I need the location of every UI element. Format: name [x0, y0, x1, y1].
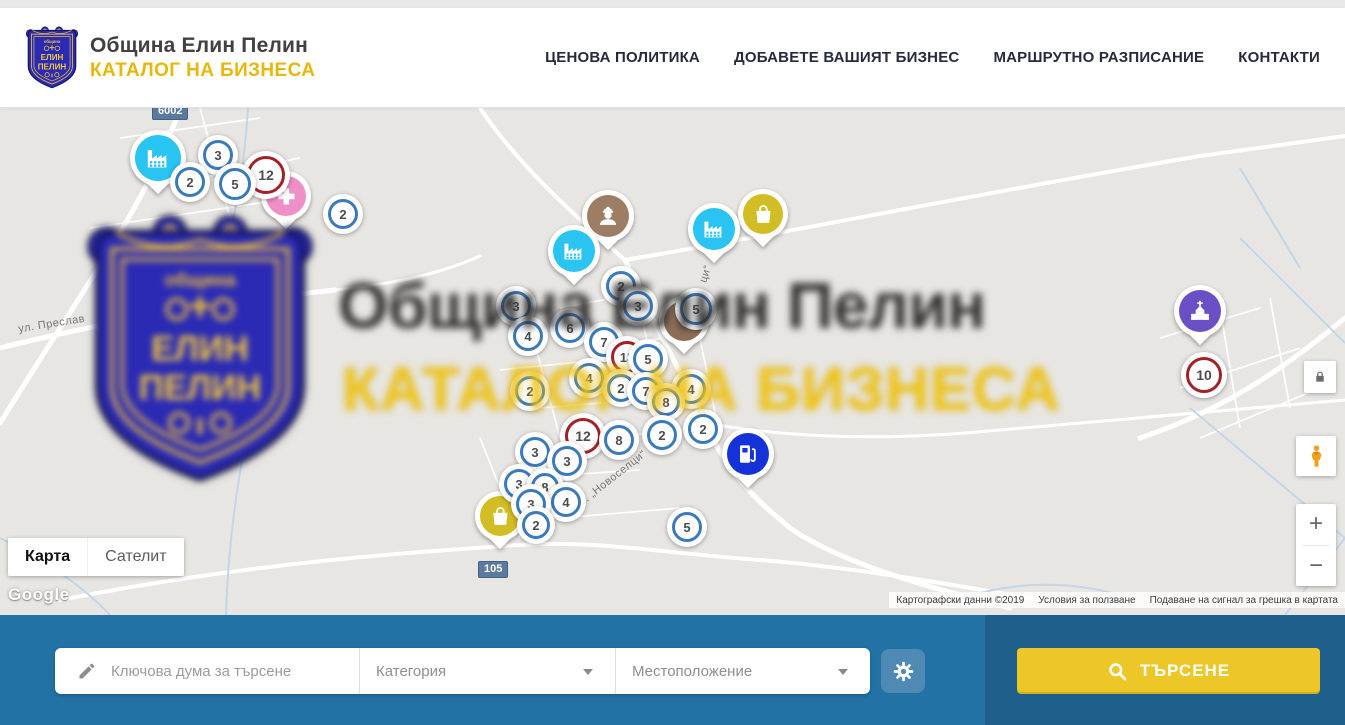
cluster-marker[interactable]: 2: [683, 409, 723, 449]
cluster-marker[interactable]: 2: [170, 162, 210, 202]
google-logo[interactable]: Google: [8, 585, 70, 605]
svg-text:ПЕЛИН: ПЕЛИН: [38, 62, 67, 71]
header: община ЕЛИН ПЕЛИН Община Елин Пелин КАТА…: [0, 8, 1345, 108]
location-label: Местоположение: [632, 663, 752, 680]
zoom-out-button[interactable]: −: [1296, 546, 1336, 587]
road-badge: 105: [478, 561, 508, 578]
nav-contacts[interactable]: КОНТАКТИ: [1238, 49, 1320, 66]
map-canvas[interactable]: 6002105ул. Преславбул. „Новоселци“ци“ 31…: [0, 108, 1345, 615]
cluster-marker[interactable]: 5: [667, 507, 707, 547]
brand[interactable]: община ЕЛИН ПЕЛИН Община Елин Пелин КАТА…: [25, 26, 315, 90]
map-type-satellite-button[interactable]: Сателит: [87, 538, 183, 576]
road-badge: 6002: [152, 108, 188, 120]
lock-icon: [1313, 370, 1327, 384]
chevron-down-icon: [838, 669, 848, 675]
keyword-input[interactable]: [111, 663, 341, 680]
main-nav: ЦЕНОВА ПОЛИТИКА ДОБАВЕТЕ ВАШИЯТ БИЗНЕС М…: [545, 8, 1320, 107]
attribution-report-link[interactable]: Подаване на сигнал за грешка в картата: [1143, 595, 1345, 606]
brand-text: Община Елин Пелин КАТАЛОГ НА БИЗНЕСА: [90, 34, 315, 82]
cluster-marker[interactable]: 2: [510, 371, 550, 411]
category-select[interactable]: Категория: [360, 648, 615, 694]
gear-icon: [891, 659, 916, 684]
search-group: Категория Местоположение: [55, 648, 870, 694]
map-type-control: Карта Сателит: [8, 538, 184, 576]
site-title: Община Елин Пелин: [90, 34, 315, 58]
attribution-terms-link[interactable]: Условия за ползване: [1031, 595, 1142, 606]
advanced-search-button[interactable]: [881, 649, 925, 693]
pin-bag[interactable]: [738, 189, 788, 239]
cluster-marker[interactable]: 2: [323, 194, 363, 234]
pegman-icon: [1303, 443, 1330, 470]
municipality-logo: община ЕЛИН ПЕЛИН: [25, 26, 79, 90]
nav-route-schedule[interactable]: МАРШРУТНО РАЗПИСАНИЕ: [993, 49, 1204, 66]
cluster-marker[interactable]: 5: [675, 288, 717, 330]
cluster-marker[interactable]: 3: [618, 286, 658, 326]
keyword-section: [55, 648, 360, 694]
search-icon: [1107, 661, 1128, 682]
category-label: Категория: [376, 663, 446, 680]
site-subtitle: КАТАЛОГ НА БИЗНЕСА: [90, 60, 315, 82]
cluster-marker[interactable]: 2: [642, 415, 682, 455]
zoom-control: + −: [1296, 504, 1336, 586]
map-type-map-button[interactable]: Карта: [8, 538, 87, 576]
top-strip: [0, 0, 1345, 8]
search-button-label: ТЪРСЕНЕ: [1140, 661, 1230, 681]
pencil-icon: [77, 661, 97, 681]
location-select[interactable]: Местоположение: [615, 648, 870, 694]
cluster-marker[interactable]: 8: [599, 420, 639, 460]
pin-church[interactable]: [1174, 285, 1226, 337]
pin-fuel[interactable]: [722, 428, 774, 480]
nav-pricing[interactable]: ЦЕНОВА ПОЛИТИКА: [545, 49, 700, 66]
cluster-marker[interactable]: 10: [1181, 352, 1227, 398]
lock-button[interactable]: [1304, 361, 1336, 393]
cluster-marker[interactable]: 5: [214, 163, 256, 205]
search-bar: Категория Местоположение: [0, 615, 1345, 725]
zoom-in-button[interactable]: +: [1296, 504, 1336, 545]
attribution-data: Картографски данни ©2019: [889, 595, 1031, 606]
page: община ЕЛИН ПЕЛИН Община Елин Пелин КАТА…: [0, 0, 1345, 725]
map-attribution: Картографски данни ©2019 Условия за полз…: [889, 592, 1345, 608]
cluster-marker[interactable]: 4: [508, 316, 548, 356]
pin-factory[interactable]: [548, 225, 600, 277]
pin-factory[interactable]: [688, 203, 740, 255]
pegman-button[interactable]: [1296, 436, 1336, 476]
chevron-down-icon: [583, 669, 593, 675]
cluster-marker[interactable]: 2: [517, 506, 555, 544]
search-button[interactable]: ТЪРСЕНЕ: [1017, 648, 1320, 694]
nav-add-business[interactable]: ДОБАВЕТЕ ВАШИЯТ БИЗНЕС: [734, 49, 959, 66]
svg-text:ЕЛИН: ЕЛИН: [41, 53, 64, 62]
svg-text:община: община: [44, 38, 61, 43]
